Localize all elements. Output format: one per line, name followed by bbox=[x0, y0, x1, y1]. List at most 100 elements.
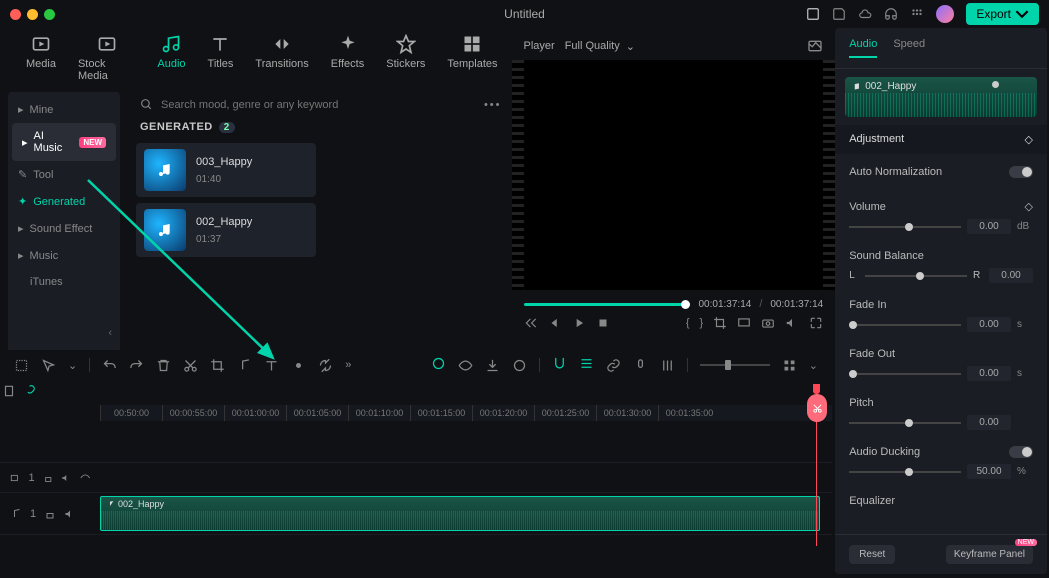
text-icon[interactable] bbox=[264, 358, 279, 373]
zoom-slider[interactable] bbox=[700, 364, 770, 366]
apps-icon[interactable] bbox=[910, 7, 924, 21]
quality-select[interactable]: Full Quality⌄ bbox=[565, 40, 635, 53]
scissor-badge[interactable] bbox=[807, 394, 827, 422]
fadeout-value[interactable]: 0.00 bbox=[967, 366, 1011, 381]
export-button[interactable]: Export bbox=[966, 3, 1039, 25]
tab-media[interactable]: Media bbox=[26, 34, 56, 82]
sidebar-item-ai-music[interactable]: ▸AI MusicNEW bbox=[12, 123, 116, 161]
link-icon[interactable] bbox=[606, 358, 621, 373]
layout-icon[interactable] bbox=[806, 7, 820, 21]
crop-icon[interactable] bbox=[210, 358, 225, 373]
pitch-value[interactable]: 0.00 bbox=[967, 415, 1011, 430]
ducking-toggle[interactable] bbox=[1009, 446, 1033, 458]
snapshot-icon[interactable] bbox=[807, 38, 823, 54]
tab-templates[interactable]: Templates bbox=[447, 34, 497, 82]
search-input[interactable] bbox=[161, 99, 476, 111]
prev-icon[interactable] bbox=[524, 316, 538, 330]
display-icon[interactable] bbox=[737, 316, 751, 330]
tab-transitions[interactable]: Transitions bbox=[255, 34, 308, 82]
crop-icon[interactable] bbox=[713, 316, 727, 330]
close-icon[interactable] bbox=[10, 9, 21, 20]
playhead-dot[interactable] bbox=[992, 81, 999, 88]
avatar[interactable] bbox=[936, 5, 954, 23]
marker-icon[interactable] bbox=[2, 384, 16, 398]
headphones-icon[interactable] bbox=[884, 7, 898, 21]
undo-icon[interactable] bbox=[102, 358, 117, 373]
media-item[interactable]: 003_Happy 01:40 bbox=[136, 143, 316, 197]
audio-track-body[interactable]: 002_Happy bbox=[100, 493, 832, 534]
delete-icon[interactable] bbox=[156, 358, 171, 373]
fadein-slider[interactable] bbox=[849, 324, 961, 326]
diamond-icon[interactable]: ◇ bbox=[1025, 133, 1033, 146]
eye-icon[interactable] bbox=[458, 358, 473, 373]
chevron-down-icon[interactable]: ⌄ bbox=[809, 359, 818, 372]
chevron-down-icon[interactable]: ⌄ bbox=[68, 359, 77, 372]
link-icon[interactable] bbox=[22, 384, 36, 398]
tag-icon[interactable] bbox=[512, 358, 527, 373]
sidebar-item-itunes[interactable]: iTunes bbox=[8, 269, 120, 295]
brace-right-icon[interactable]: } bbox=[700, 317, 704, 329]
music-icon[interactable] bbox=[237, 358, 252, 373]
lock-icon[interactable] bbox=[43, 472, 53, 484]
mixer-icon[interactable] bbox=[660, 358, 675, 373]
volume-slider[interactable] bbox=[849, 226, 961, 228]
tab-audio-props[interactable]: Audio bbox=[849, 38, 877, 58]
mute-icon[interactable] bbox=[61, 472, 71, 484]
maximize-icon[interactable] bbox=[44, 9, 55, 20]
play-icon[interactable] bbox=[572, 316, 586, 330]
volume-value[interactable]: 0.00 bbox=[967, 219, 1011, 234]
cut-icon[interactable] bbox=[183, 358, 198, 373]
mic-icon[interactable] bbox=[633, 358, 648, 373]
sidebar-collapse[interactable]: ‹ bbox=[8, 319, 120, 347]
ducking-value[interactable]: 50.00 bbox=[967, 464, 1011, 479]
save-icon[interactable] bbox=[832, 7, 846, 21]
sidebar-item-music[interactable]: ▸Music bbox=[8, 242, 120, 269]
step-back-icon[interactable] bbox=[548, 316, 562, 330]
mute-icon[interactable] bbox=[64, 508, 76, 520]
download-icon[interactable] bbox=[485, 358, 500, 373]
tab-stickers[interactable]: Stickers bbox=[386, 34, 425, 82]
select-icon[interactable] bbox=[14, 358, 29, 373]
tab-stock-media[interactable]: Stock Media bbox=[78, 34, 135, 82]
tab-effects[interactable]: Effects bbox=[331, 34, 364, 82]
tab-titles[interactable]: Titles bbox=[208, 34, 234, 82]
minimize-icon[interactable] bbox=[27, 9, 38, 20]
cloud-icon[interactable] bbox=[858, 7, 872, 21]
video-icon[interactable] bbox=[10, 472, 20, 484]
reset-button[interactable]: Reset bbox=[849, 545, 895, 564]
camera-icon[interactable] bbox=[761, 316, 775, 330]
fadein-value[interactable]: 0.00 bbox=[967, 317, 1011, 332]
progress-slider[interactable] bbox=[524, 303, 691, 306]
sidebar-item-mine[interactable]: ▸Mine bbox=[8, 96, 120, 123]
balance-slider[interactable] bbox=[865, 275, 967, 277]
stop-icon[interactable] bbox=[596, 316, 610, 330]
timeline-ruler[interactable]: 00:50:0000:00:55:0000:01:00:0000:01:05:0… bbox=[100, 405, 832, 421]
auto-norm-toggle[interactable] bbox=[1009, 166, 1033, 178]
ducking-slider[interactable] bbox=[849, 471, 961, 473]
tab-speed-props[interactable]: Speed bbox=[893, 38, 925, 58]
media-item[interactable]: 002_Happy 01:37 bbox=[136, 203, 316, 257]
lock-icon[interactable] bbox=[44, 508, 56, 520]
balance-value[interactable]: 0.00 bbox=[989, 268, 1033, 283]
fadeout-slider[interactable] bbox=[849, 373, 961, 375]
sidebar-item-sound-effect[interactable]: ▸Sound Effect bbox=[8, 215, 120, 242]
more-icon[interactable]: » bbox=[345, 359, 351, 371]
adjustment-header[interactable]: Adjustment ◇ bbox=[835, 125, 1047, 154]
sidebar-item-tool[interactable]: ✎Tool bbox=[8, 161, 120, 188]
fullscreen-icon[interactable] bbox=[809, 316, 823, 330]
record-icon[interactable] bbox=[291, 358, 306, 373]
eye-icon[interactable] bbox=[80, 472, 90, 484]
player-viewport[interactable] bbox=[524, 60, 824, 290]
pitch-slider[interactable] bbox=[849, 422, 961, 424]
volume-icon[interactable] bbox=[785, 316, 799, 330]
keyframe-panel-button[interactable]: Keyframe PanelNEW bbox=[946, 545, 1033, 564]
redo-icon[interactable] bbox=[129, 358, 144, 373]
more-icon[interactable]: ••• bbox=[484, 99, 502, 111]
audio-clip[interactable]: 002_Happy bbox=[100, 496, 820, 531]
diamond-icon[interactable]: ◇ bbox=[1025, 200, 1033, 213]
refresh-icon[interactable] bbox=[318, 358, 333, 373]
green-circle-icon[interactable] bbox=[431, 356, 446, 371]
tab-audio[interactable]: Audio bbox=[157, 34, 185, 82]
music-icon[interactable] bbox=[10, 508, 22, 520]
sidebar-item-generated[interactable]: ✦Generated bbox=[8, 188, 120, 215]
